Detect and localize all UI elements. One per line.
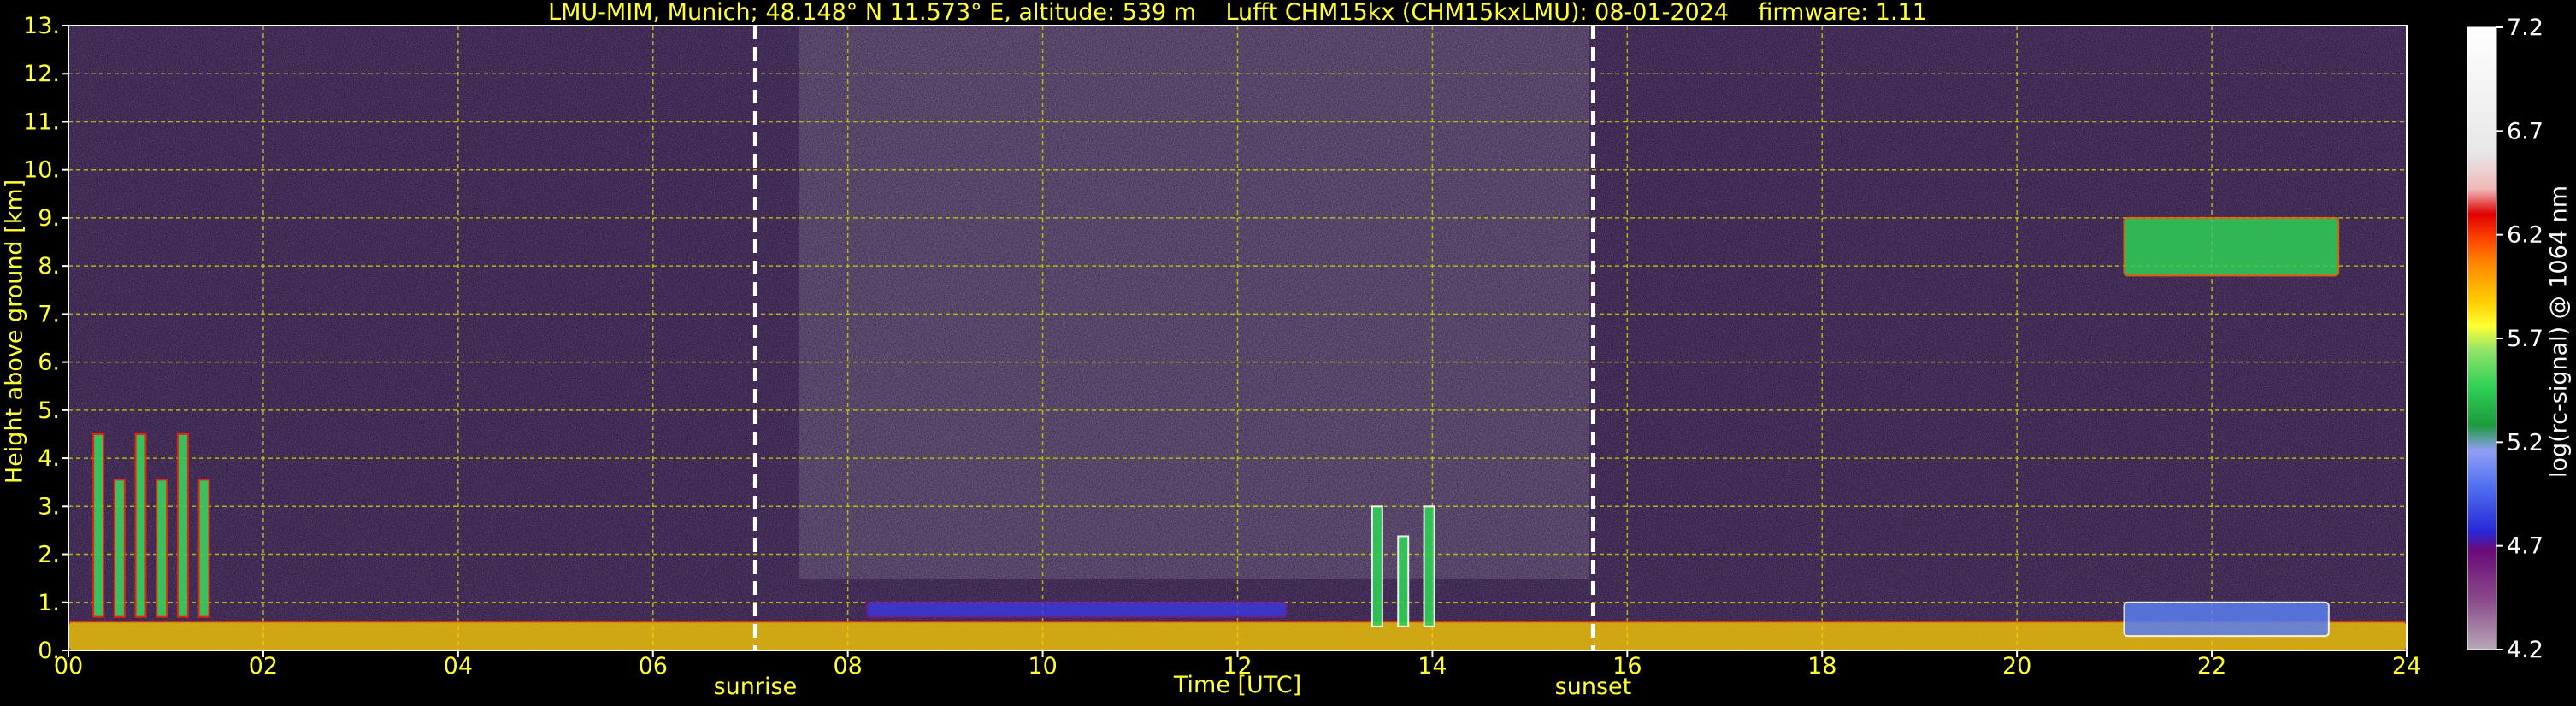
y-tick-label: 10. [23, 157, 60, 184]
feature-column [197, 479, 210, 618]
colorbar: 4.2 4.7 5.2 5.7 6.2 6.7 7.2 [2467, 15, 2544, 663]
x-tick-label: 00 [54, 653, 83, 680]
y-tick-label: 3. [38, 493, 60, 520]
feature-4 [2123, 216, 2340, 277]
feature-2 [866, 601, 1288, 618]
x-tick-label: 18 [1807, 653, 1836, 680]
sunrise-label: sunrise [714, 674, 798, 700]
x-tick-label: 04 [444, 653, 473, 680]
colorbar-tick-label: 4.7 [2507, 533, 2544, 560]
x-tick-label: 06 [639, 653, 668, 680]
x-tick-label: 16 [1612, 653, 1642, 680]
colorbar-tick-label: 4.2 [2507, 637, 2544, 663]
y-tick-label: 9. [38, 205, 60, 232]
feature-column [176, 432, 189, 618]
x-tick-label: 14 [1418, 653, 1447, 680]
feature-band [68, 621, 2408, 651]
y-tick-label: 1. [38, 590, 60, 616]
colorbar-tick-label: 7.2 [2507, 15, 2544, 41]
colorbar-tick-label: 5.2 [2507, 429, 2544, 456]
feature-0 [68, 621, 2408, 651]
colorbar-tick-label: 5.7 [2507, 326, 2544, 352]
feature-column [1397, 535, 1410, 627]
y-tick-label: 13. [23, 13, 60, 39]
y-tick-label: 8. [38, 253, 60, 279]
colorbar-scale [2467, 26, 2497, 650]
feature-band [866, 601, 1288, 618]
x-tick-label: 10 [1028, 653, 1057, 680]
feature-column [1371, 505, 1383, 627]
x-tick-label: 02 [249, 653, 278, 680]
daytime-noise [799, 26, 1589, 579]
x-tick-label: 12 [1223, 653, 1252, 680]
y-tick-label: 12. [23, 61, 60, 87]
lidar-chart: sunrise sunset 0.1.2.3.4.5.6.7.8.9.10.11.… [23, 13, 2544, 700]
feature-column [1423, 505, 1435, 627]
y-tick-label: 11. [23, 109, 60, 135]
y-tick-label: 7. [38, 301, 60, 327]
feature-column [156, 479, 168, 618]
x-tick-label: 08 [833, 653, 862, 680]
feature-band [2123, 216, 2340, 277]
feature-band [2123, 601, 2330, 638]
feature-column [92, 432, 105, 618]
x-tick-label: 24 [2392, 653, 2421, 680]
feature-column [113, 479, 126, 618]
y-tick-label: 4. [38, 445, 60, 472]
x-tick-label: 20 [2002, 653, 2031, 680]
y-tick-label: 5. [38, 397, 60, 424]
feature-5 [2123, 601, 2330, 638]
feature-column [134, 432, 147, 618]
y-tick-label: 2. [38, 542, 60, 568]
colorbar-tick-label: 6.7 [2507, 118, 2544, 144]
colorbar-tick-label: 6.2 [2507, 222, 2544, 249]
x-tick-label: 22 [2197, 653, 2226, 680]
y-tick-label: 6. [38, 350, 60, 376]
